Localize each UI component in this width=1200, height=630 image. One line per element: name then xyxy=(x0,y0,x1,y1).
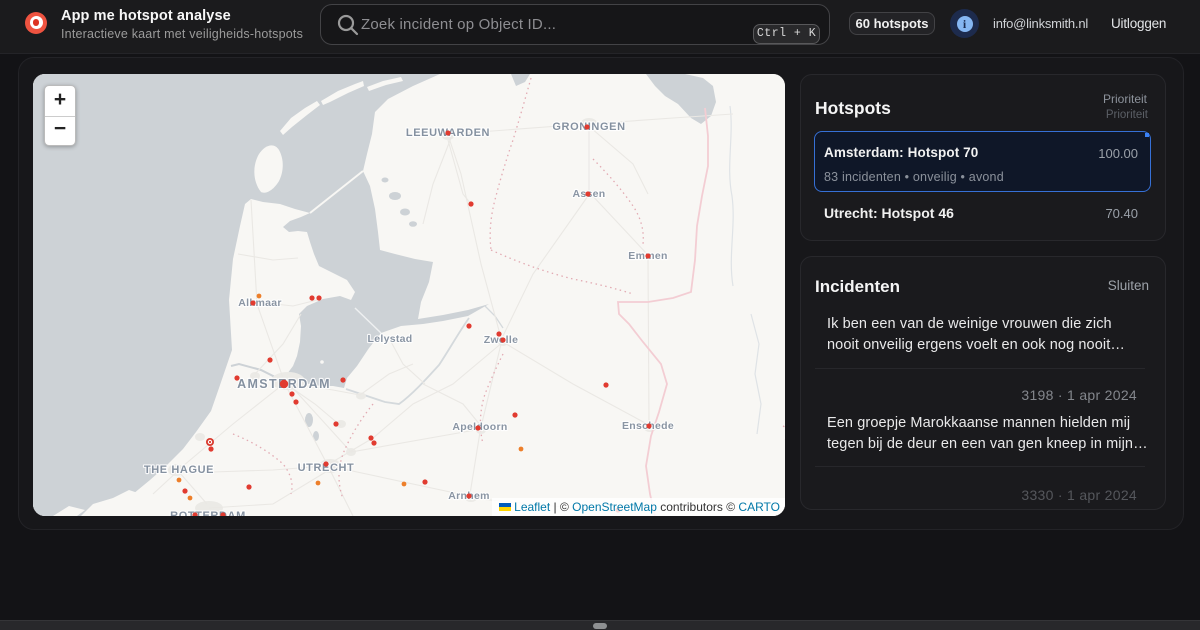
svg-text:Lelystad: Lelystad xyxy=(368,333,413,345)
svg-text:Alkmaar: Alkmaar xyxy=(238,297,282,309)
svg-text:THE HAGUE: THE HAGUE xyxy=(144,464,214,476)
svg-text:ROTTERDAM: ROTTERDAM xyxy=(170,510,246,516)
